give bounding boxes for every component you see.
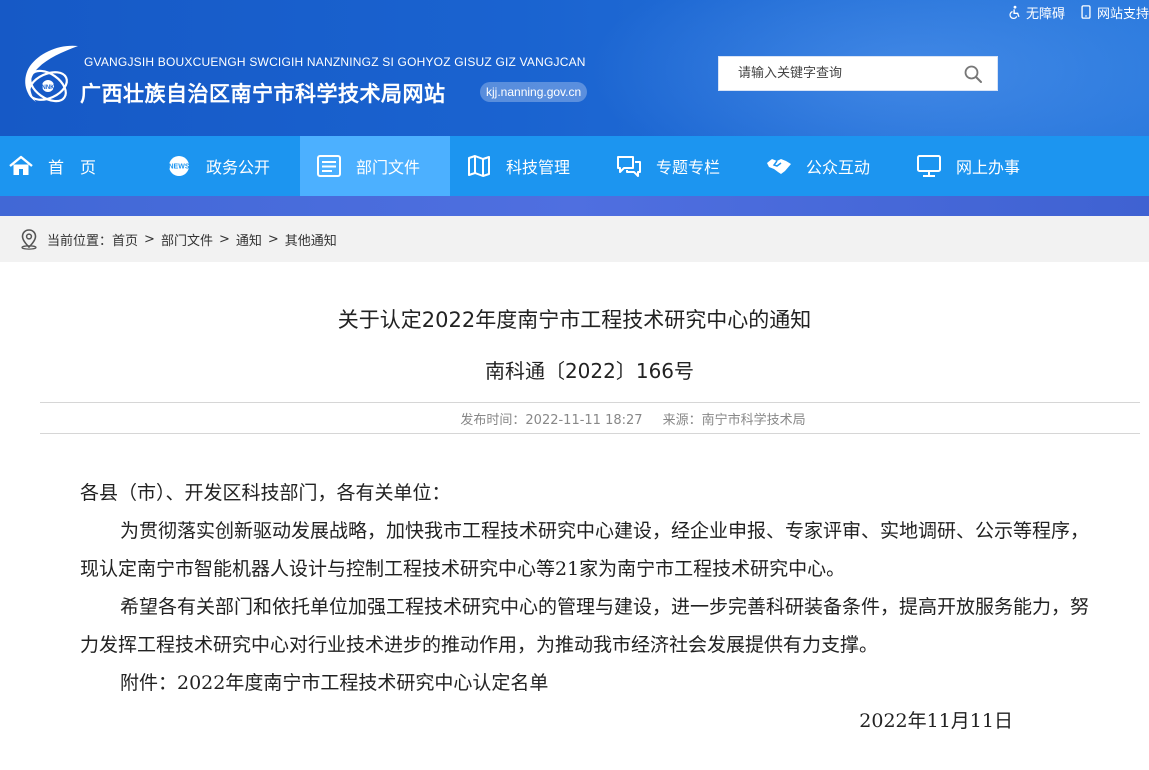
article-meta: 发布时间：2022-11-11 18:27 来源：南宁市科学技术局	[40, 402, 1140, 434]
document-list-icon	[314, 152, 344, 180]
chat-icon	[614, 152, 644, 180]
document-number: 南科通〔2022〕166号	[484, 359, 695, 383]
salutation: 各县（市）、开发区科技部门，各有关单位：	[80, 482, 451, 504]
nav-label: 公众互动	[806, 158, 871, 177]
breadcrumb-notices[interactable]: 通知	[236, 230, 262, 249]
breadcrumb-department-documents[interactable]: 部门文件	[161, 230, 213, 249]
breadcrumb: 当前位置： 首页 > 部门文件 > 通知 > 其他通知	[0, 216, 1149, 262]
nav-item-government-affairs[interactable]: NEWS 政务公开	[150, 136, 300, 196]
breadcrumb-home[interactable]: 首页	[112, 230, 138, 249]
handshake-icon	[764, 152, 794, 180]
nav-bottom-band	[0, 196, 1149, 216]
breadcrumb-separator: >	[267, 231, 279, 247]
source: 来源：南宁市科学技术局	[663, 409, 806, 428]
site-name-chinese: 广西壮族自治区南宁市科学技术局网站	[80, 82, 446, 106]
nav-item-department-documents[interactable]: 部门文件	[300, 136, 450, 196]
nav-label: 部门文件	[356, 158, 421, 177]
home-icon	[6, 152, 36, 180]
body-paragraph: 为贯彻落实创新驱动发展战略，加快我市工程技术研究中心建设，经企业申报、专家评审、…	[80, 520, 1090, 580]
mobile-support-label: 网站支持	[1096, 6, 1149, 22]
accessibility-link[interactable]: 无障碍	[1008, 3, 1065, 22]
svg-text:NEWS: NEWS	[169, 164, 190, 171]
nav-label: 科技管理	[506, 158, 571, 177]
nav-item-tech-management[interactable]: 科技管理	[450, 136, 600, 196]
mobile-support-link[interactable]: 网站支持	[1079, 3, 1149, 22]
news-icon: NEWS	[164, 152, 194, 180]
nav-label: 首页	[48, 158, 113, 177]
breadcrumb-separator: >	[218, 231, 230, 247]
search-box	[718, 56, 998, 91]
nav-item-public-interaction[interactable]: 公众互动	[750, 136, 900, 196]
breadcrumb-separator: >	[144, 231, 155, 247]
publish-time: 发布时间：2022-11-11 18:27	[460, 409, 642, 428]
svg-text:NNK: NNK	[42, 85, 56, 91]
map-icon	[464, 152, 494, 180]
article-date: 2022年11月11日	[859, 710, 1013, 732]
wheelchair-icon	[1009, 5, 1020, 19]
nav-item-home[interactable]: 首页	[0, 136, 150, 196]
source-label: 来源：	[662, 412, 702, 428]
breadcrumb-other-notices[interactable]: 其他通知	[285, 230, 337, 249]
main-nav: 首页 NEWS 政务公开 部门文件 科技管理 专题专栏 公众互动 网上办事	[0, 136, 1149, 196]
nav-item-special-topics[interactable]: 专题专栏	[600, 136, 750, 196]
search-input[interactable]	[719, 57, 955, 90]
nav-label: 政务公开	[206, 158, 271, 177]
site-name-english: GVANGJSIH BOUXCUENGH SWCIGIH NANZNINGZ S…	[84, 55, 586, 69]
nav-item-online-services[interactable]: 网上办事	[900, 136, 1050, 196]
site-domain: kjj.nanning.gov.cn	[480, 82, 588, 102]
article-body: 各县（市）、开发区科技部门，各有关单位： 为贯彻落实创新驱动发展战略，加快我市工…	[80, 474, 1095, 740]
attachment-link[interactable]: 附件：2022年度南宁市工程技术研究中心认定名单	[80, 664, 1095, 702]
publish-time-label: 发布时间：	[460, 412, 526, 428]
search-icon[interactable]	[963, 64, 983, 84]
publish-time-value: 2022-11-11 18:27	[525, 412, 643, 428]
breadcrumb-prefix: 当前位置：	[47, 233, 113, 249]
body-paragraph: 希望各有关部门和依托单位加强工程技术研究中心的管理与建设，进一步完善科研装备条件…	[80, 596, 1090, 656]
article-title: 关于认定2022年度南宁市工程技术研究中心的通知	[337, 308, 812, 332]
nav-label: 网上办事	[956, 158, 1021, 177]
top-links: 无障碍 网站支持	[1008, 3, 1149, 22]
source-value: 南宁市科学技术局	[701, 412, 806, 428]
location-pin-icon	[21, 229, 37, 250]
accessibility-label: 无障碍	[1025, 6, 1065, 22]
monitor-icon	[914, 152, 944, 180]
nav-label: 专题专栏	[656, 158, 721, 177]
site-logo[interactable]: NNK	[20, 42, 80, 108]
site-header: 无障碍 网站支持 NNK GVANGJSIH BOUXCUENGH SWCIGI…	[0, 0, 1149, 136]
mobile-phone-icon	[1081, 5, 1091, 19]
